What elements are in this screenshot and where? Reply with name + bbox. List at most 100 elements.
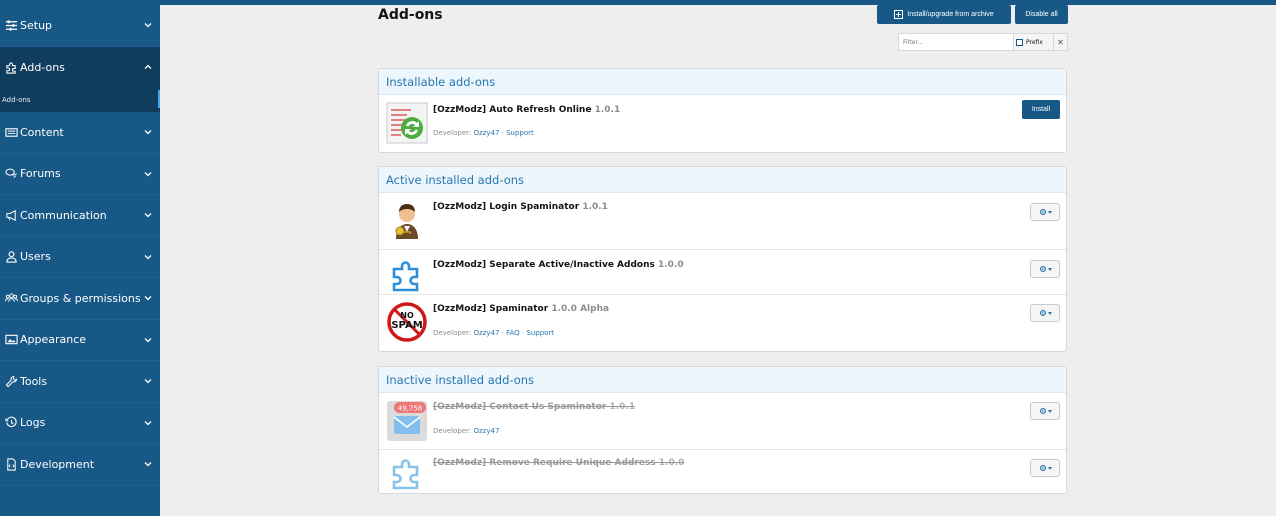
developer-link[interactable]: Ozzy47: [473, 329, 499, 337]
sidebar-item-label: Appearance: [20, 333, 87, 347]
chevron-down-icon: [144, 170, 152, 178]
sidebar-item-content[interactable]: Content: [0, 112, 160, 154]
support-link[interactable]: Support: [506, 129, 534, 137]
sidebar-item-tools[interactable]: Tools: [0, 361, 160, 403]
addon-version: 1.0.1: [582, 202, 608, 212]
sidebar-item-groups-permissions[interactable]: Groups & permissions: [0, 278, 160, 320]
block-header: Inactive installed add-ons: [379, 367, 1066, 393]
addon-actions-button[interactable]: [1030, 304, 1060, 322]
faq-link[interactable]: FAQ: [506, 329, 520, 337]
install-upgrade-button[interactable]: Install/upgrade from archive: [877, 5, 1011, 24]
block-header: Installable add-ons: [379, 69, 1066, 95]
sidebar-item-setup[interactable]: Setup: [0, 5, 160, 47]
addon-title: [OzzModz] Remove Require Unique Address …: [433, 458, 684, 468]
addon-name: [OzzModz] Auto Refresh Online: [433, 105, 592, 115]
install-upgrade-label: Install/upgrade from archive: [907, 11, 994, 18]
sidebar-item-label: Add-ons: [20, 60, 65, 74]
addon-title: [OzzModz] Spaminator 1.0.0 Alpha: [433, 304, 609, 314]
addon-name: [OzzModz] Separate Active/Inactive Addon…: [433, 260, 655, 270]
chevron-down-icon: [144, 253, 152, 261]
sidebar-item-label: Groups & permissions: [20, 291, 141, 305]
sidebar-item-label: Development: [20, 457, 95, 471]
developer-link[interactable]: Ozzy47: [473, 129, 499, 137]
addon-title: [OzzModz] Contact Us Spaminator 1.0.1: [433, 402, 635, 412]
sidebar-item-label: Tools: [20, 374, 48, 388]
developer-link[interactable]: Ozzy47: [473, 427, 499, 435]
addon-row: [OzzModz] Remove Require Unique Address …: [379, 450, 1066, 493]
prefix-label: Prefix: [1026, 38, 1043, 46]
user-key-icon: [386, 199, 428, 241]
addon-name: [OzzModz] Contact Us Spaminator: [433, 402, 607, 412]
file-code-icon: [4, 457, 18, 471]
clear-filter-button[interactable]: ✕: [1054, 33, 1068, 51]
refresh-icon: [386, 102, 428, 144]
addon-actions-button[interactable]: [1030, 260, 1060, 278]
addon-row: 49,758 [OzzModz] Contact Us Spaminator 1…: [379, 393, 1066, 450]
sidebar-item-add-ons[interactable]: Add-ons: [0, 46, 160, 88]
sidebar: Setup Add-ons Add-ons Content Forums Com…: [0, 5, 160, 516]
filter-input[interactable]: [898, 33, 1014, 51]
checkbox-icon: [1016, 38, 1023, 46]
prefix-checkbox[interactable]: Prefix: [1014, 33, 1054, 51]
addon-title: [OzzModz] Login Spaminator 1.0.1: [433, 202, 608, 212]
addon-actions-button[interactable]: [1030, 203, 1060, 221]
sidebar-item-users[interactable]: Users: [0, 237, 160, 278]
addon-name: [OzzModz] Spaminator: [433, 304, 549, 314]
addon-row: NO SPAM [OzzModz] Spaminator 1.0.0 Alpha …: [379, 295, 1066, 351]
developer-label: Developer:: [433, 329, 472, 337]
separator: ·: [501, 329, 504, 337]
comments-icon: [4, 167, 18, 181]
puzzle-icon: [4, 60, 18, 74]
gear-icon: [1039, 309, 1046, 317]
developer-label: Developer:: [433, 129, 472, 137]
chevron-down-icon: [144, 21, 152, 29]
image-icon: [4, 333, 18, 347]
caret-down-icon: [1047, 311, 1052, 315]
addon-title: [OzzModz] Separate Active/Inactive Addon…: [433, 260, 684, 270]
chevron-down-icon: [144, 460, 152, 468]
sidebar-item-logs[interactable]: Logs: [0, 403, 160, 444]
chevron-down-icon: [144, 294, 152, 302]
sliders-icon: [4, 18, 18, 32]
addon-row: [OzzModz] Separate Active/Inactive Addon…: [379, 250, 1066, 295]
disable-all-button[interactable]: Disable all: [1015, 5, 1068, 24]
page-title: Add-ons: [378, 7, 443, 23]
caret-down-icon: [1047, 267, 1052, 271]
support-link[interactable]: Support: [526, 329, 554, 337]
sidebar-item-label: Users: [20, 250, 51, 264]
addon-actions-button[interactable]: [1030, 402, 1060, 420]
sidebar-item-label: Logs: [20, 416, 46, 430]
mail-badge-icon: 49,758: [386, 400, 428, 442]
caret-down-icon: [1047, 210, 1052, 214]
caret-down-icon: [1047, 466, 1052, 470]
content-icon: [4, 125, 18, 139]
install-button[interactable]: Install: [1022, 100, 1060, 119]
no-spam-icon: NO SPAM: [386, 301, 428, 343]
puzzle-icon: [386, 451, 428, 493]
sidebar-item-development[interactable]: Development: [0, 444, 160, 486]
inactive-addons-block: Inactive installed add-ons 49,758 [OzzMo…: [378, 366, 1067, 494]
addon-actions-button[interactable]: [1030, 459, 1060, 477]
user-icon: [4, 250, 18, 264]
sidebar-subitem-add-ons[interactable]: Add-ons: [0, 88, 160, 112]
separator: ·: [521, 329, 525, 337]
addon-version: 1.0.0: [658, 260, 684, 270]
addon-row: [OzzModz] Auto Refresh Online 1.0.1 Deve…: [379, 95, 1066, 152]
addon-version: 1.0.1: [594, 105, 621, 115]
plus-square-icon: [894, 10, 904, 19]
addon-name: [OzzModz] Login Spaminator: [433, 202, 580, 212]
addon-row: [OzzModz] Login Spaminator 1.0.1: [379, 193, 1066, 250]
gear-icon: [1039, 265, 1046, 273]
addon-version: 1.0.0: [658, 458, 685, 468]
chevron-down-icon: [144, 336, 152, 344]
chevron-down-icon: [144, 377, 152, 385]
sidebar-item-forums[interactable]: Forums: [0, 154, 160, 195]
history-icon: [4, 416, 18, 430]
sidebar-item-label: Content: [20, 125, 64, 139]
chevron-down-icon: [144, 128, 152, 136]
sidebar-item-communication[interactable]: Communication: [0, 195, 160, 237]
no-spam-text: NO: [400, 311, 414, 320]
installable-addons-block: Installable add-ons [OzzModz] Auto Refre…: [378, 68, 1067, 153]
sidebar-item-appearance[interactable]: Appearance: [0, 320, 160, 361]
addon-title: [OzzModz] Auto Refresh Online 1.0.1: [433, 105, 620, 115]
